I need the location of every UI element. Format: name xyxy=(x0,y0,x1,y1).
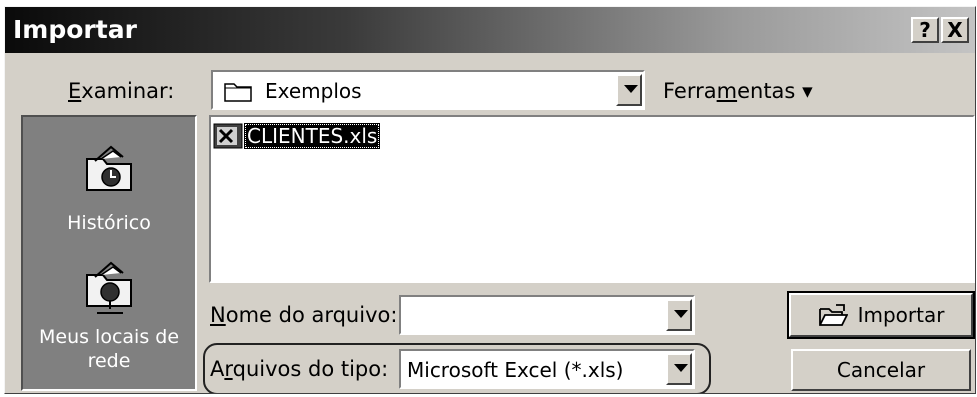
close-button[interactable]: X xyxy=(941,17,969,43)
place-network[interactable]: Meus locais de rede xyxy=(23,253,195,383)
folder-icon xyxy=(224,83,252,102)
tools-menu[interactable]: Ferramentas ▾ xyxy=(663,79,813,103)
annotation-highlight-ring xyxy=(203,343,711,393)
look-in-combo[interactable]: Exemplos xyxy=(211,70,645,110)
look-in-dropdown-button[interactable] xyxy=(616,74,642,106)
filename-label: Nome do arquivo: xyxy=(210,303,398,327)
places-bar: Histórico Meus locais de rede xyxy=(21,115,197,391)
import-dialog: Importar ? X Examinar: Exemplos Ferramen… xyxy=(4,6,976,394)
list-item[interactable]: CLIENTES.xls xyxy=(213,121,381,151)
excel-file-icon xyxy=(213,123,243,149)
import-button[interactable]: Importar xyxy=(787,291,975,339)
history-icon xyxy=(86,145,132,191)
import-button-label: Importar xyxy=(857,303,945,327)
help-button[interactable]: ? xyxy=(911,17,939,43)
filename-dropdown-button[interactable] xyxy=(666,299,692,331)
filename-combo[interactable] xyxy=(399,295,695,335)
cancel-button[interactable]: Cancelar xyxy=(791,349,971,391)
place-history[interactable]: Histórico xyxy=(23,133,195,243)
place-network-label-line2: rede xyxy=(87,350,131,372)
dialog-title: Importar xyxy=(13,15,137,44)
place-network-label-line1: Meus locais de xyxy=(38,326,180,348)
place-history-label: Histórico xyxy=(67,212,151,234)
chevron-down-icon: ▾ xyxy=(802,79,813,103)
file-list[interactable]: CLIENTES.xls xyxy=(209,115,975,283)
title-bar[interactable]: Importar ? X xyxy=(5,7,975,53)
cancel-button-label: Cancelar xyxy=(836,358,926,382)
file-name: CLIENTES.xls xyxy=(244,123,381,149)
look-in-label: Examinar: xyxy=(68,79,175,103)
network-places-icon xyxy=(86,261,132,314)
open-folder-icon xyxy=(818,304,848,326)
look-in-value: Exemplos xyxy=(265,79,362,103)
